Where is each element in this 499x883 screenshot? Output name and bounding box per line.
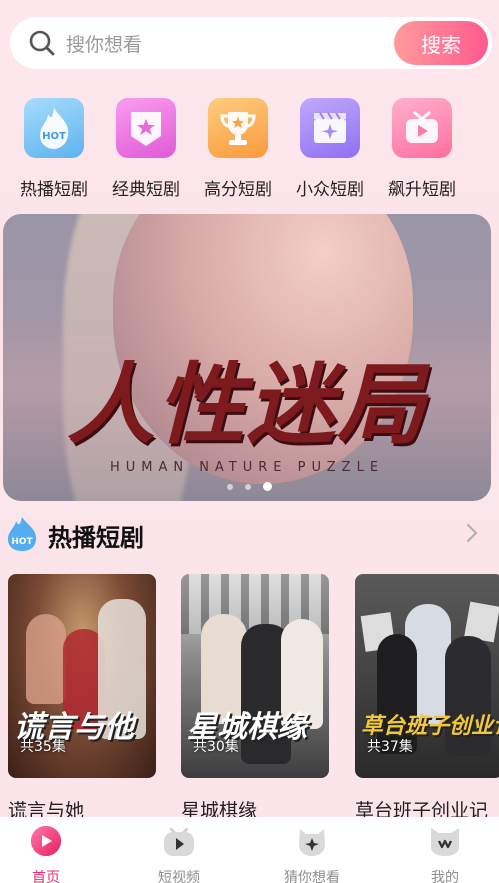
nav-label: 首页 bbox=[32, 870, 60, 883]
pagination-dot[interactable] bbox=[245, 483, 251, 490]
category-label: 高分短剧 bbox=[204, 180, 272, 200]
short-video-icon bbox=[162, 825, 196, 857]
category-classic[interactable]: 经典短剧 bbox=[106, 98, 186, 200]
drama-card[interactable]: 谎言与他 共35集 谎言与她 bbox=[8, 574, 156, 823]
category-label: 热播短剧 bbox=[20, 180, 88, 200]
trophy-icon bbox=[208, 98, 268, 158]
section-header: HOT 热播短剧 bbox=[0, 512, 499, 556]
pagination-dot[interactable] bbox=[227, 483, 233, 490]
tv-play-icon bbox=[392, 98, 452, 158]
nav-profile[interactable]: 我的 bbox=[405, 825, 485, 883]
pagination-dot-active[interactable] bbox=[263, 482, 272, 491]
bottom-nav: 首页 短视频 猜你想看 我的 bbox=[0, 817, 499, 883]
chevron-right-icon[interactable] bbox=[465, 522, 479, 544]
nav-short-video[interactable]: 短视频 bbox=[139, 825, 219, 883]
category-label: 飙升短剧 bbox=[388, 180, 456, 200]
banner-title: 人性迷局 bbox=[66, 352, 427, 456]
drama-poster[interactable]: 谎言与他 共35集 bbox=[8, 574, 156, 778]
drama-card[interactable]: 草台班子创业记 共37集 草台班子创业记 bbox=[355, 574, 499, 823]
drama-card[interactable]: 星城棋缘 共30集 星城棋缘 bbox=[181, 574, 329, 823]
section-title: 热播短剧 bbox=[48, 524, 144, 552]
banner-pagination bbox=[0, 482, 499, 491]
episode-count: 共37集 bbox=[367, 739, 413, 755]
drama-poster[interactable]: 星城棋缘 共30集 bbox=[181, 574, 329, 778]
hot-flame-icon: HOT bbox=[24, 98, 84, 158]
category-label: 小众短剧 bbox=[296, 180, 364, 200]
profile-icon bbox=[428, 825, 462, 857]
category-high-score[interactable]: 高分短剧 bbox=[198, 98, 278, 200]
star-badge-icon bbox=[116, 98, 176, 158]
category-hot[interactable]: HOT 热播短剧 bbox=[14, 98, 94, 200]
guess-like-icon bbox=[295, 825, 329, 857]
nav-guess-like[interactable]: 猜你想看 bbox=[272, 825, 352, 883]
hero-banner[interactable]: 人性迷局 HUMAN NATURE PUZZLE bbox=[3, 214, 491, 501]
nav-label: 短视频 bbox=[158, 870, 200, 883]
category-niche[interactable]: 小众短剧 bbox=[290, 98, 370, 200]
episode-count: 共30集 bbox=[193, 739, 239, 755]
category-rising[interactable]: 飙升短剧 bbox=[382, 98, 462, 200]
svg-text:HOT: HOT bbox=[11, 537, 33, 547]
search-bar[interactable]: 搜你想看 搜索 bbox=[10, 17, 492, 69]
nav-label: 猜你想看 bbox=[284, 870, 340, 883]
home-play-icon bbox=[29, 825, 63, 857]
category-label: 经典短剧 bbox=[112, 180, 180, 200]
banner-subtitle: HUMAN NATURE PUZZLE bbox=[109, 460, 385, 475]
drama-list: 谎言与他 共35集 谎言与她 星城棋缘 共30集 星城棋缘 草台班子创业记 共3… bbox=[0, 574, 499, 824]
nav-home[interactable]: 首页 bbox=[6, 825, 86, 883]
nav-label: 我的 bbox=[431, 870, 459, 883]
episode-count: 共35集 bbox=[20, 739, 66, 755]
search-icon bbox=[29, 30, 55, 56]
drama-poster[interactable]: 草台班子创业记 共37集 bbox=[355, 574, 499, 778]
clapperboard-icon bbox=[300, 98, 360, 158]
hot-flame-icon: HOT bbox=[8, 517, 37, 551]
category-row: HOT 热播短剧 经典短剧 高分短剧 小众短剧 飙升短剧 bbox=[0, 98, 499, 208]
search-button[interactable]: 搜索 bbox=[394, 21, 488, 65]
svg-text:HOT: HOT bbox=[42, 131, 66, 142]
